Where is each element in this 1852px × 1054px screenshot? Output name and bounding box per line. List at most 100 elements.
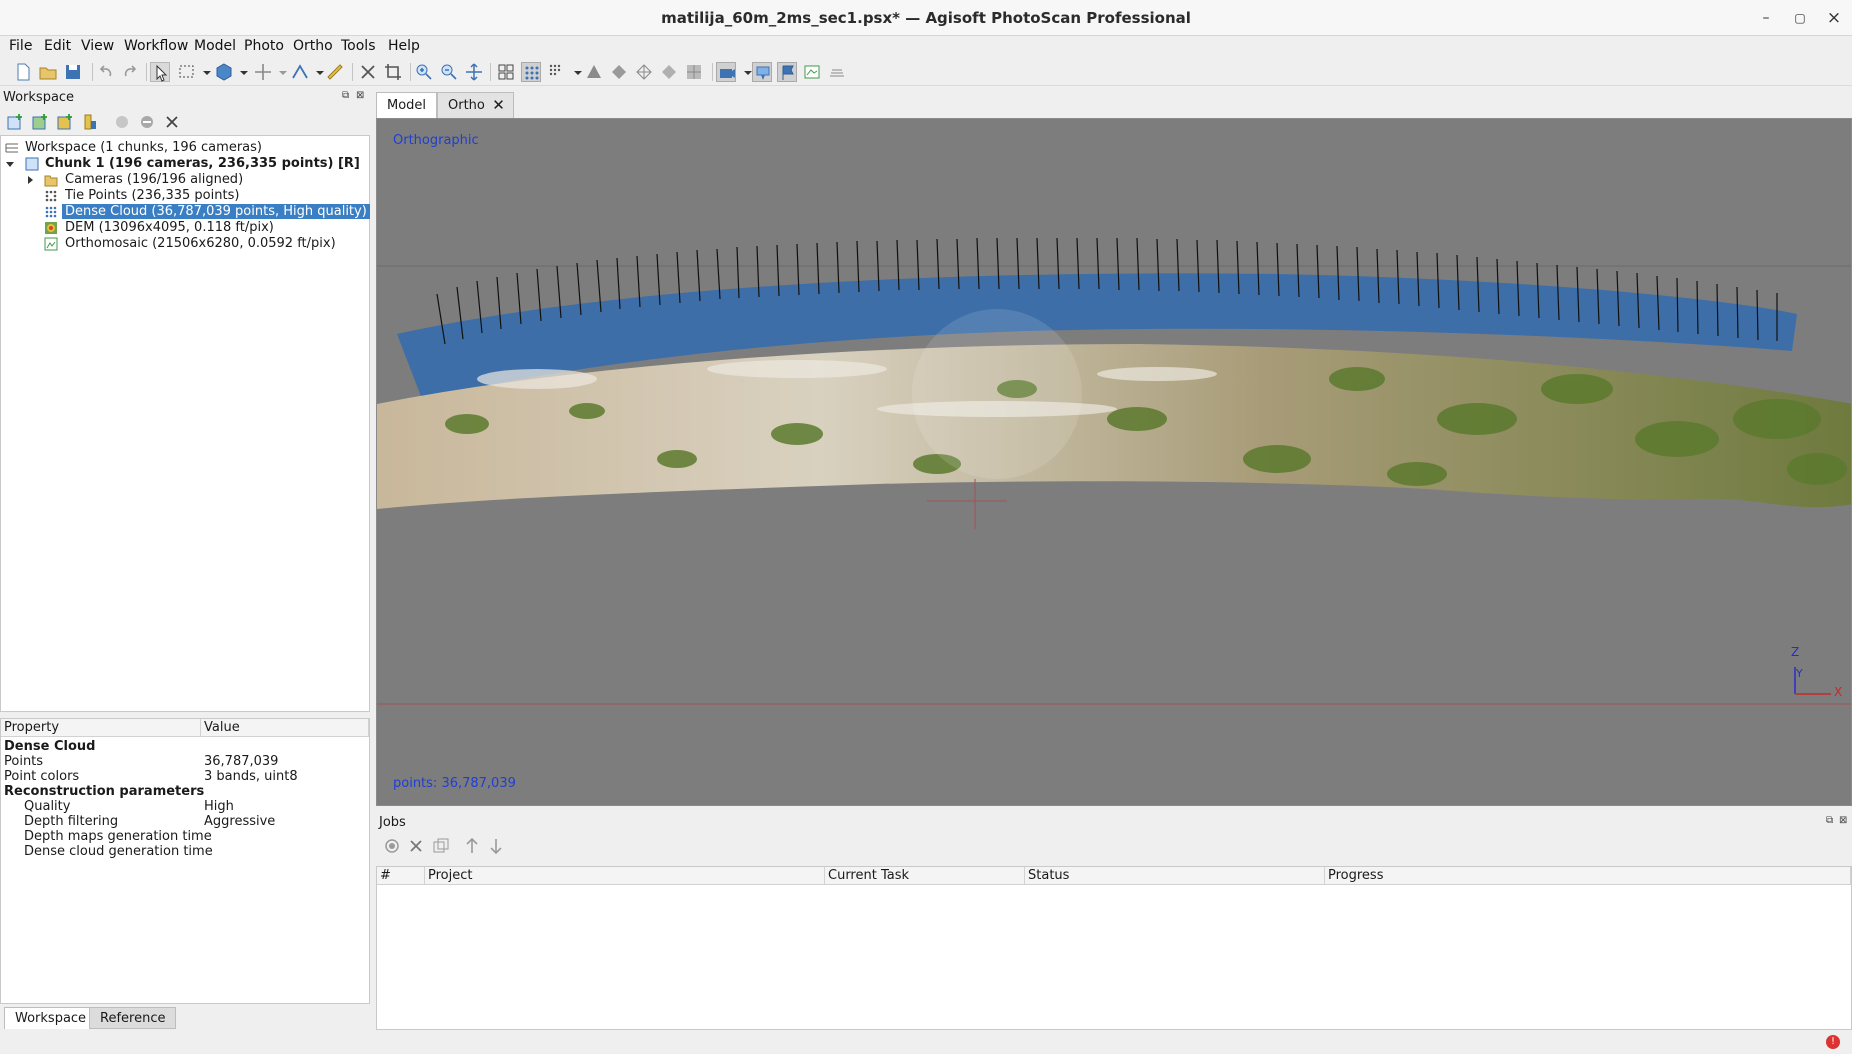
error-indicator-icon[interactable]: ! xyxy=(1826,1035,1840,1049)
zoom-out-icon[interactable] xyxy=(439,62,459,82)
tie-points-icon xyxy=(44,189,58,203)
copy-job-icon[interactable] xyxy=(431,836,451,856)
tab-reference[interactable]: Reference xyxy=(89,1007,177,1029)
col-header-number[interactable]: # xyxy=(377,867,425,885)
tab-ortho-label: Ortho xyxy=(448,98,485,113)
tree-item-workspace[interactable]: Workspace (1 chunks, 196 cameras) xyxy=(1,140,369,156)
col-header-status[interactable]: Status xyxy=(1025,867,1325,885)
property-row: Reconstruction parameters xyxy=(4,784,205,799)
chevron-down-icon[interactable] xyxy=(197,62,211,82)
delete-selection-icon[interactable] xyxy=(358,62,378,82)
crop-selection-icon[interactable] xyxy=(383,62,403,82)
property-row: Depth filtering Aggressive xyxy=(24,814,276,829)
show-region-icon[interactable] xyxy=(802,62,822,82)
dense-cloud-icon[interactable] xyxy=(547,62,567,82)
model-viewport[interactable]: Orthographic points: 36,787,039 Z Y X xyxy=(376,118,1852,806)
close-panel-icon[interactable]: ⊠ xyxy=(1839,815,1847,826)
tree-item-chunk[interactable]: Chunk 1 (196 cameras, 236,335 points) [R… xyxy=(1,156,369,172)
menu-file[interactable]: File xyxy=(9,38,32,54)
chevron-down-icon[interactable] xyxy=(234,62,248,82)
shaded-model-icon[interactable] xyxy=(584,62,604,82)
col-header-progress[interactable]: Progress xyxy=(1325,867,1851,885)
merge-chunks-icon[interactable] xyxy=(80,112,100,132)
tiled-model-icon[interactable] xyxy=(684,62,704,82)
reset-view-icon[interactable] xyxy=(464,62,484,82)
close-panel-icon[interactable]: ⊠ xyxy=(356,90,364,101)
property-row: Depth maps generation time xyxy=(24,829,212,844)
remove-items-icon[interactable] xyxy=(162,112,182,132)
wireframe-model-icon[interactable] xyxy=(634,62,654,82)
show-markers-icon[interactable] xyxy=(752,62,772,82)
add-folder-icon[interactable] xyxy=(55,112,75,132)
disable-icon[interactable] xyxy=(137,112,157,132)
value-column-header[interactable]: Value xyxy=(201,719,369,737)
remove-job-icon[interactable] xyxy=(406,836,426,856)
float-panel-icon[interactable]: ⧉ xyxy=(1826,815,1833,826)
move-up-icon[interactable] xyxy=(462,836,482,856)
tab-ortho[interactable]: Ortho ✕ xyxy=(437,92,514,118)
undo-icon[interactable] xyxy=(96,62,116,82)
show-shapes-icon[interactable] xyxy=(777,62,797,82)
solid-model-icon[interactable] xyxy=(609,62,629,82)
jobs-panel-title: Jobs xyxy=(379,815,406,830)
tree-item-orthomosaic[interactable]: Orthomosaic (21506x6280, 0.0592 ft/pix) xyxy=(1,236,369,252)
menu-edit[interactable]: Edit xyxy=(44,38,71,54)
col-header-project[interactable]: Project xyxy=(425,867,825,885)
property-column-header[interactable]: Property xyxy=(1,719,201,737)
zoom-in-icon[interactable] xyxy=(414,62,434,82)
col-header-current-task[interactable]: Current Task xyxy=(825,867,1025,885)
move-region-icon[interactable] xyxy=(253,62,273,82)
enable-icon[interactable] xyxy=(112,112,132,132)
chevron-down-icon[interactable] xyxy=(738,62,752,82)
jobs-panel-header: Jobs ⧉ ⊠ xyxy=(376,812,1852,834)
draw-polyline-icon[interactable] xyxy=(290,62,310,82)
menu-ortho[interactable]: Ortho xyxy=(293,38,333,54)
show-cameras-grid-icon[interactable] xyxy=(496,62,516,82)
tab-workspace[interactable]: Workspace xyxy=(4,1007,98,1029)
close-tab-icon[interactable]: ✕ xyxy=(492,96,505,114)
status-bar: ! xyxy=(0,1030,1852,1054)
orthomosaic-icon xyxy=(44,237,58,251)
add-chunk-icon[interactable] xyxy=(5,112,25,132)
ruler-icon[interactable] xyxy=(325,62,345,82)
chevron-down-icon[interactable] xyxy=(310,62,324,82)
close-window-button[interactable]: × xyxy=(1820,6,1848,30)
tree-item-dense-cloud[interactable]: Dense Cloud (36,787,039 points, High qua… xyxy=(1,204,370,220)
textured-model-icon[interactable] xyxy=(659,62,679,82)
expand-arrow-icon[interactable] xyxy=(25,173,35,187)
open-project-icon[interactable] xyxy=(38,62,58,82)
show-cameras-icon[interactable] xyxy=(716,62,736,82)
model-selection-icon[interactable] xyxy=(214,62,234,82)
save-project-icon[interactable] xyxy=(63,62,83,82)
menu-tools[interactable]: Tools xyxy=(341,38,376,54)
maximize-button[interactable]: ▢ xyxy=(1786,6,1814,30)
add-photos-icon[interactable] xyxy=(30,112,50,132)
menu-workflow[interactable]: Workflow xyxy=(124,38,188,54)
redo-icon[interactable] xyxy=(120,62,140,82)
tree-item-cameras[interactable]: Cameras (196/196 aligned) xyxy=(1,172,369,188)
float-panel-icon[interactable]: ⧉ xyxy=(342,90,349,101)
properties-panel: Property Value Dense Cloud Points 36,787… xyxy=(0,718,370,1004)
tree-item-tie-points[interactable]: Tie Points (236,335 points) xyxy=(1,188,369,204)
show-trackball-icon[interactable] xyxy=(827,62,847,82)
menu-help[interactable]: Help xyxy=(388,38,420,54)
chevron-down-icon[interactable] xyxy=(568,62,582,82)
menu-photo[interactable]: Photo xyxy=(244,38,284,54)
property-row: Points 36,787,039 xyxy=(4,754,279,769)
tab-model[interactable]: Model xyxy=(376,92,438,118)
property-row: Quality High xyxy=(24,799,234,814)
collapse-arrow-icon[interactable] xyxy=(5,157,15,171)
rectangle-selection-icon[interactable] xyxy=(177,62,197,82)
start-job-icon[interactable] xyxy=(382,836,402,856)
point-cloud-icon[interactable] xyxy=(521,62,541,82)
navigation-tool-icon[interactable] xyxy=(150,62,170,82)
menu-view[interactable]: View xyxy=(81,38,114,54)
move-down-icon[interactable] xyxy=(486,836,506,856)
new-project-icon[interactable] xyxy=(13,62,33,82)
chevron-down-icon[interactable] xyxy=(273,62,287,82)
minimize-button[interactable]: – xyxy=(1752,6,1780,30)
menu-model[interactable]: Model xyxy=(194,38,236,54)
tree-item-dem[interactable]: DEM (13096x4095, 0.118 ft/pix) xyxy=(1,220,369,236)
jobs-table: # Project Current Task Status Progress xyxy=(376,866,1852,1030)
axis-z-label: Z xyxy=(1791,645,1800,659)
